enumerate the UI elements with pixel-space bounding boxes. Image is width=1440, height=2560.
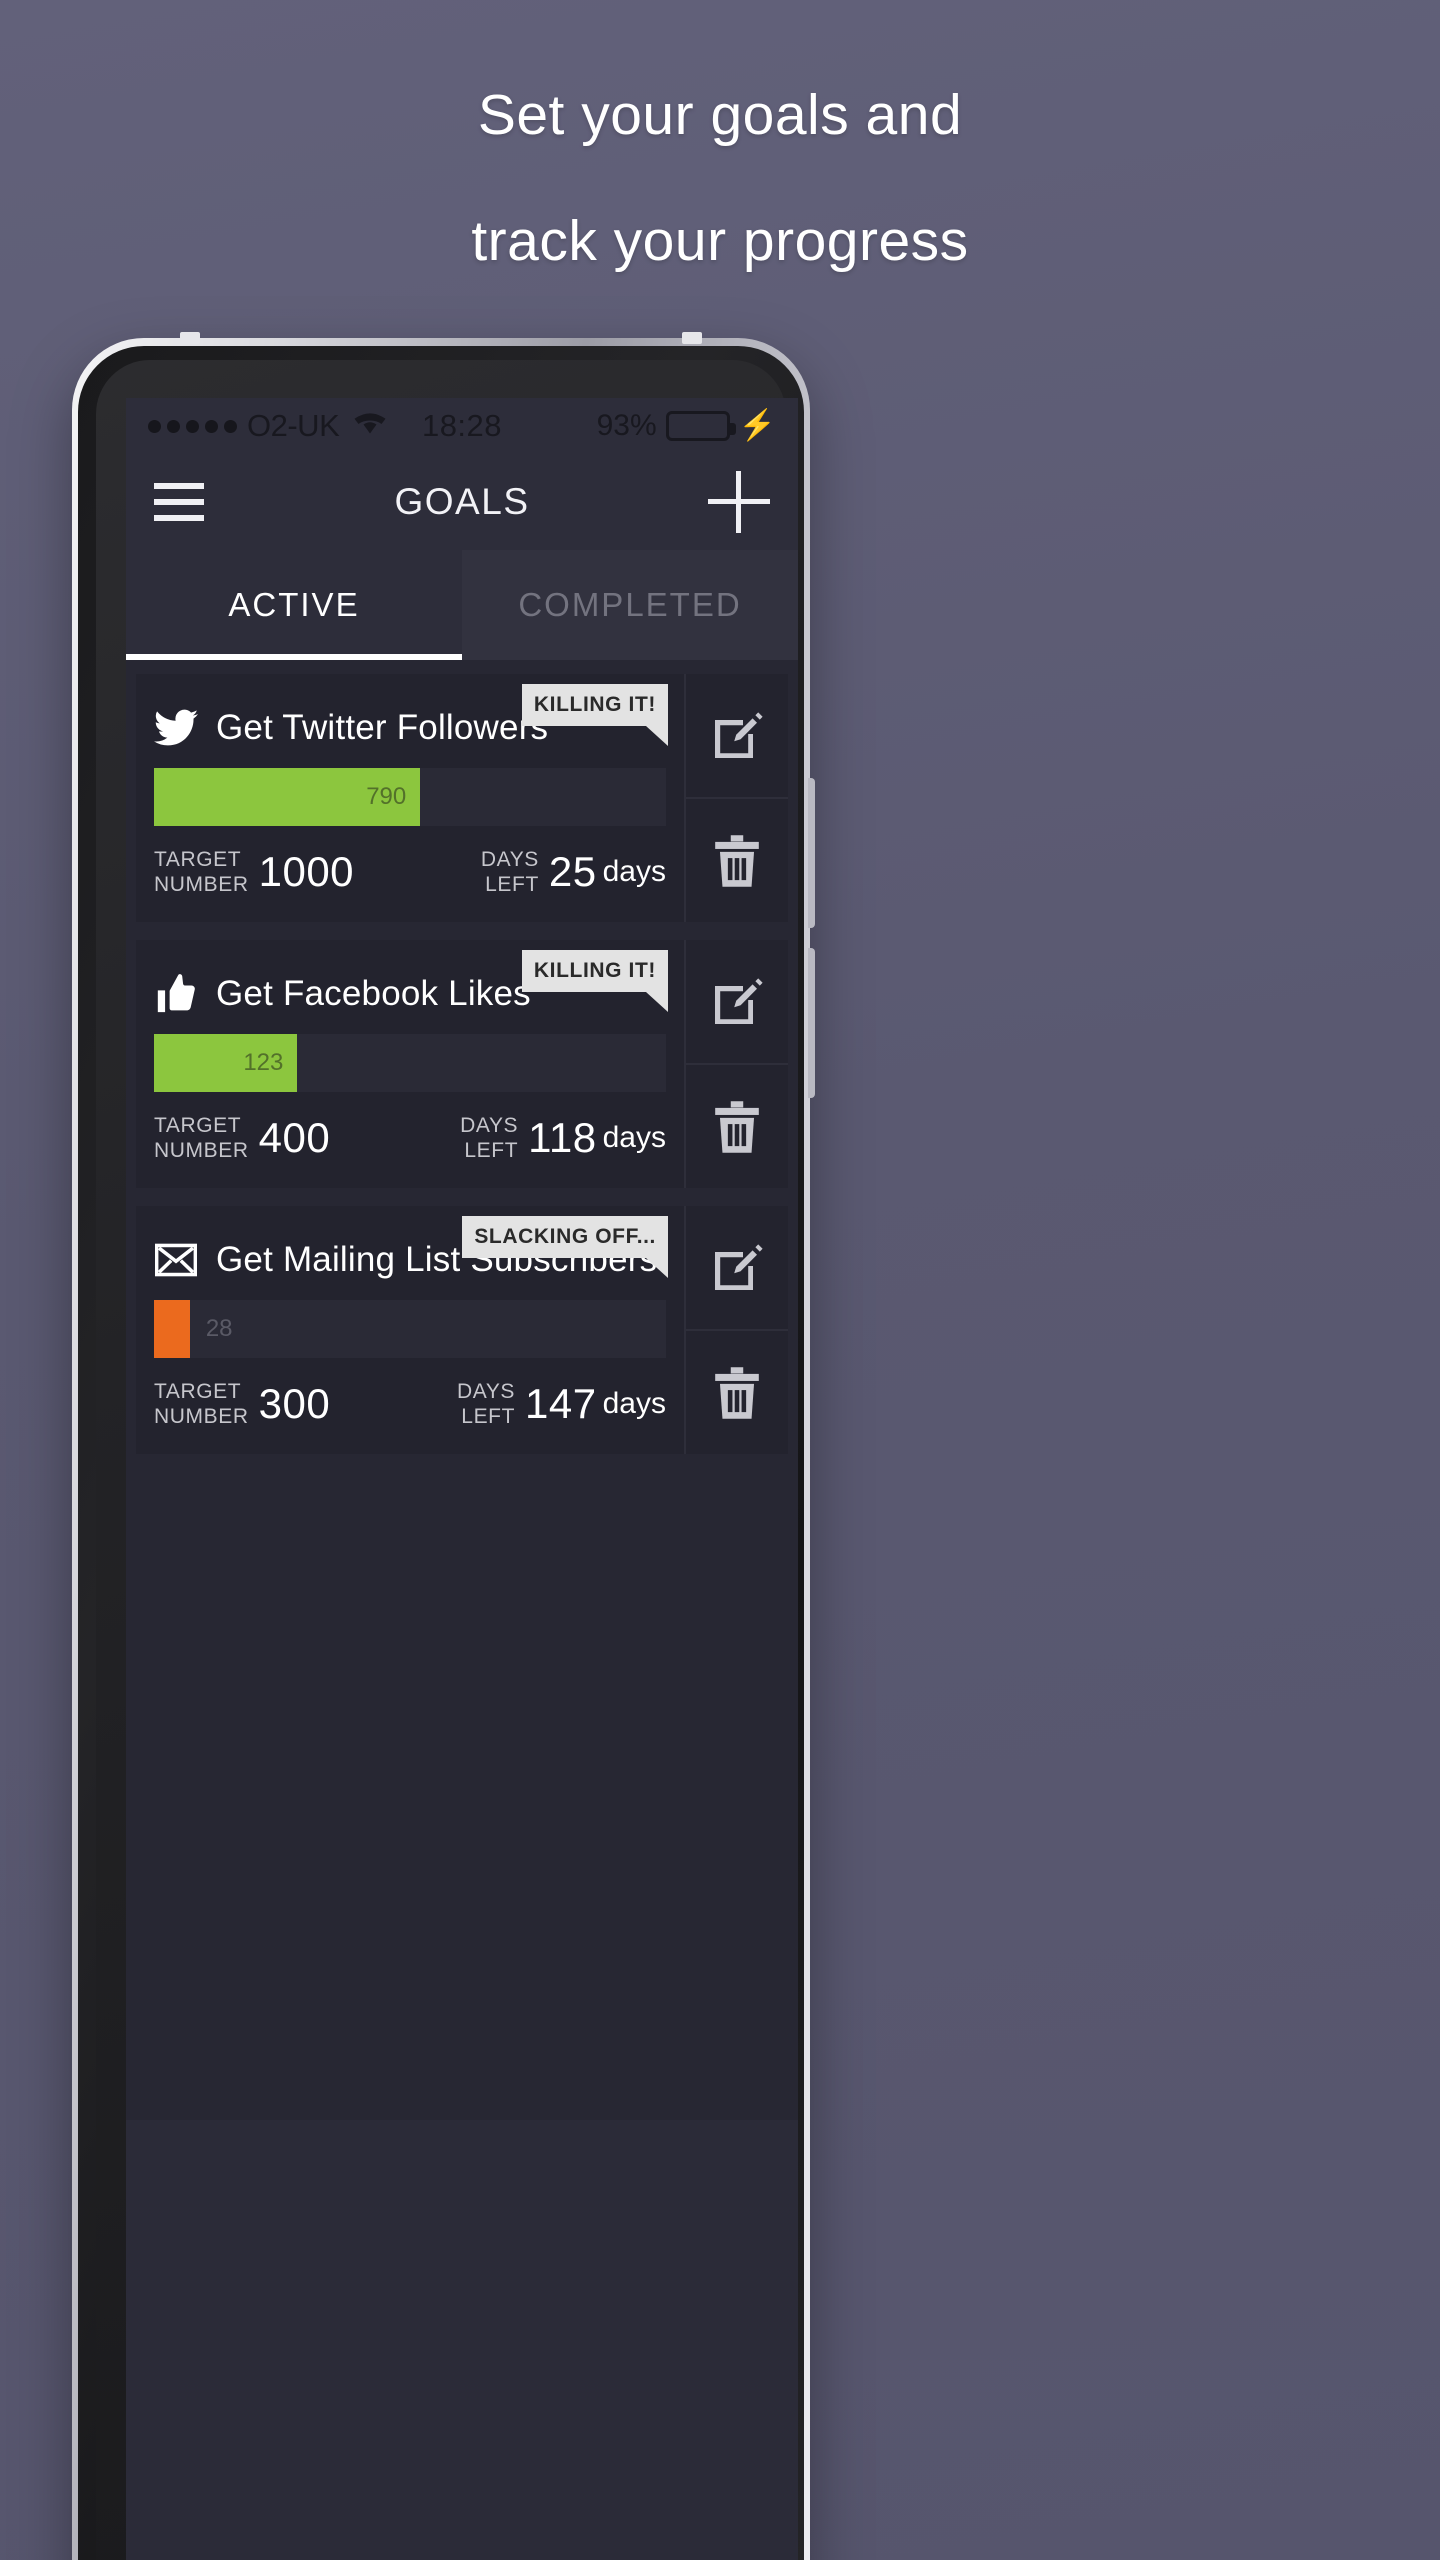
delete-goal-button[interactable] — [686, 1329, 788, 1454]
days-left-unit: days — [602, 1387, 666, 1420]
goal-list: Get Twitter Followers KILLING IT! 790 TA… — [126, 660, 798, 1660]
promo-screenshot: Set your goals and track your progress O… — [0, 0, 1440, 2560]
goal-current-value: 123 — [243, 1049, 284, 1076]
goal-stats-row: TARGET NUMBER 1000 DAYS LEFT 25 days — [136, 826, 684, 922]
goal-card-content: Get Twitter Followers KILLING IT! 790 TA… — [136, 674, 684, 922]
goal-card[interactable]: Get Twitter Followers KILLING IT! 790 TA… — [136, 674, 788, 922]
signal-strength-icon — [148, 419, 237, 433]
phone-antenna-nub-right — [682, 332, 702, 344]
target-number-stat: TARGET NUMBER 400 — [154, 1113, 330, 1163]
days-left-label: DAYS LEFT — [460, 1114, 519, 1162]
goal-actions — [684, 1206, 788, 1454]
phone-face: O2-UK 18:28 93% ⚡ GOALS ACTIVE COMPLETED… — [96, 360, 798, 2560]
goal-actions — [684, 940, 788, 1188]
goal-header: Get Mailing List Subscribers SLACKING OF… — [136, 1206, 684, 1290]
days-left-unit: days — [602, 1121, 666, 1154]
goal-card-content: Get Mailing List Subscribers SLACKING OF… — [136, 1206, 684, 1454]
goal-header: Get Twitter Followers KILLING IT! — [136, 674, 684, 758]
goal-progress-bar: 790 — [154, 768, 666, 826]
phone-volume-down-button — [808, 948, 815, 1098]
goal-title: Get Facebook Likes — [216, 974, 531, 1013]
battery-icon — [665, 411, 736, 441]
days-left-unit: days — [602, 855, 666, 888]
hamburger-menu-icon[interactable] — [154, 483, 204, 521]
target-number-stat: TARGET NUMBER 1000 — [154, 847, 354, 897]
days-left-label: DAYS LEFT — [480, 848, 539, 896]
goal-list-empty-space — [126, 1660, 798, 2120]
days-left-value: 25 — [548, 848, 597, 895]
edit-goal-button[interactable] — [686, 1206, 788, 1329]
goal-header: Get Facebook Likes KILLING IT! — [136, 940, 684, 1024]
days-left-value: 118 — [528, 1114, 597, 1161]
target-number-stat: TARGET NUMBER 300 — [154, 1379, 330, 1429]
twitter-bird-icon — [154, 707, 198, 749]
phone-body: O2-UK 18:28 93% ⚡ GOALS ACTIVE COMPLETED… — [78, 346, 804, 2560]
days-left-stat: DAYS LEFT 147 days — [457, 1379, 666, 1429]
lightning-bolt-icon: ⚡ — [738, 409, 776, 442]
goal-card[interactable]: Get Mailing List Subscribers SLACKING OF… — [136, 1206, 788, 1454]
goal-card-content: Get Facebook Likes KILLING IT! 123 TARGE… — [136, 940, 684, 1188]
goal-status-badge: KILLING IT! — [521, 950, 669, 1012]
add-goal-button[interactable] — [708, 471, 770, 533]
goal-progress-bar: 123 — [154, 1034, 666, 1092]
target-number-value: 300 — [258, 1380, 331, 1427]
goal-progress-bar: 28 — [154, 1300, 666, 1358]
phone-mockup: O2-UK 18:28 93% ⚡ GOALS ACTIVE COMPLETED… — [72, 332, 815, 2560]
status-bar-left: O2-UK — [148, 408, 387, 444]
phone-volume-up-button — [808, 778, 815, 928]
target-number-label: TARGET NUMBER — [154, 1380, 249, 1428]
status-bar-right: 93% ⚡ — [597, 409, 776, 443]
goal-actions — [684, 674, 788, 922]
goal-title: Get Twitter Followers — [216, 708, 549, 747]
tab-bar: ACTIVE COMPLETED — [126, 550, 798, 660]
carrier-label: O2-UK — [247, 408, 340, 443]
edit-goal-button[interactable] — [686, 940, 788, 1063]
goal-current-value: 790 — [366, 783, 407, 810]
app-screen: O2-UK 18:28 93% ⚡ GOALS ACTIVE COMPLETED… — [126, 398, 798, 2560]
promo-headline-line-2: track your progress — [471, 209, 969, 273]
phone-antenna-nub-left — [180, 332, 200, 344]
page-title: GOALS — [394, 481, 530, 522]
thumbs-up-icon — [154, 973, 198, 1015]
goal-status-badge: KILLING IT! — [521, 684, 669, 746]
days-left-stat: DAYS LEFT 118 days — [460, 1113, 666, 1163]
app-navbar: GOALS — [126, 454, 798, 550]
goal-stats-row: TARGET NUMBER 400 DAYS LEFT 118 days — [136, 1092, 684, 1188]
promo-headline: Set your goals and track your progress — [0, 52, 1440, 304]
target-number-value: 400 — [258, 1114, 331, 1161]
goal-current-value: 28 — [205, 1315, 233, 1342]
delete-goal-button[interactable] — [686, 797, 788, 922]
goal-card[interactable]: Get Facebook Likes KILLING IT! 123 TARGE… — [136, 940, 788, 1188]
promo-headline-line-1: Set your goals and — [477, 83, 963, 147]
status-bar: O2-UK 18:28 93% ⚡ — [126, 398, 798, 454]
wifi-icon — [353, 409, 387, 443]
edit-goal-button[interactable] — [686, 674, 788, 797]
target-number-label: TARGET NUMBER — [154, 1114, 249, 1162]
days-left-stat: DAYS LEFT 25 days — [481, 847, 666, 897]
goal-stats-row: TARGET NUMBER 300 DAYS LEFT 147 days — [136, 1358, 684, 1454]
battery-percent-label: 93% — [596, 409, 657, 442]
envelope-icon — [154, 1239, 198, 1281]
tab-active[interactable]: ACTIVE — [126, 550, 462, 660]
target-number-value: 1000 — [258, 848, 355, 895]
days-left-value: 147 — [525, 1380, 597, 1427]
goal-status-badge: SLACKING OFF... — [462, 1216, 668, 1278]
target-number-label: TARGET NUMBER — [154, 848, 249, 896]
days-left-label: DAYS LEFT — [457, 1380, 516, 1428]
delete-goal-button[interactable] — [686, 1063, 788, 1188]
tab-completed[interactable]: COMPLETED — [462, 550, 798, 660]
